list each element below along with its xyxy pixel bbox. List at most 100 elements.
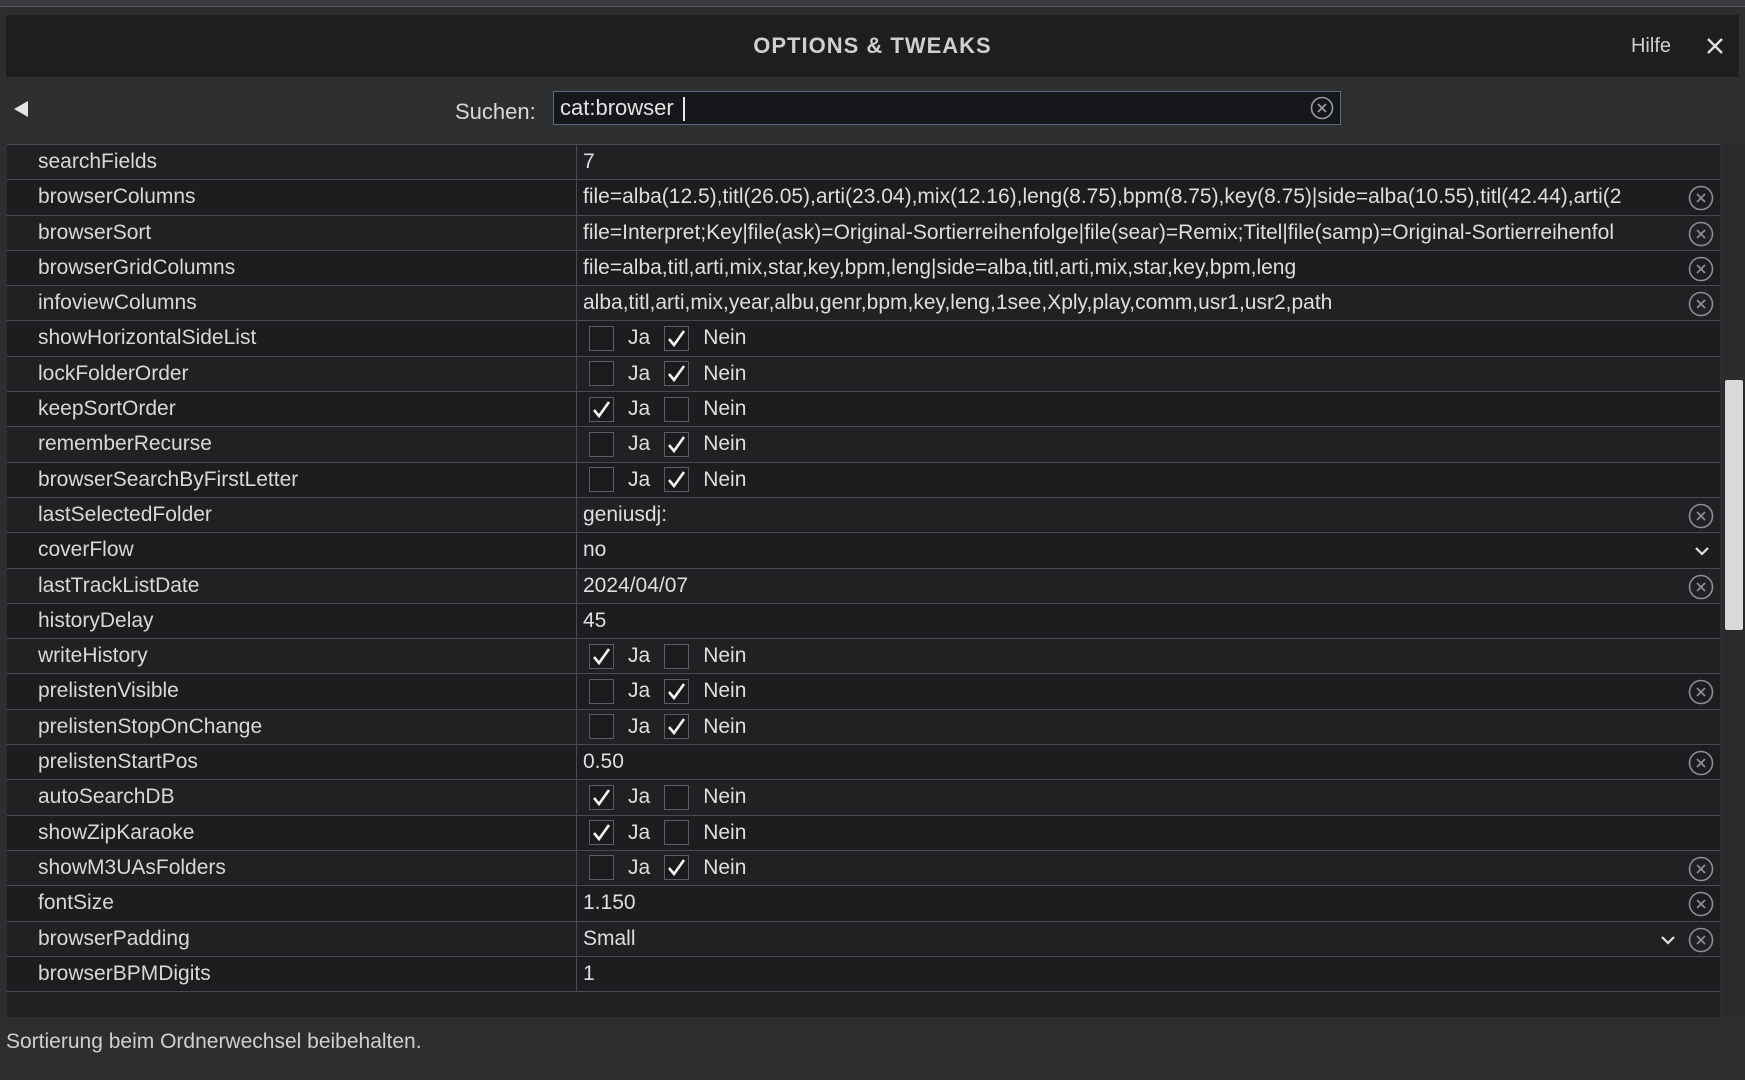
reset-button[interactable] bbox=[1688, 891, 1714, 917]
search-input[interactable] bbox=[554, 92, 1300, 124]
option-row-browserColumns[interactable]: browserColumns file=alba(12.5),titl(26.05… bbox=[7, 180, 1720, 216]
option-row-browserBPMDigits[interactable]: browserBPMDigits 1 bbox=[7, 956, 1720, 993]
close-button[interactable] bbox=[1699, 30, 1731, 62]
no-checkbox[interactable] bbox=[664, 678, 690, 704]
reset-button[interactable] bbox=[1688, 574, 1714, 600]
option-name: browserSearchByFirstLetter bbox=[7, 462, 577, 497]
option-value[interactable]: file=alba,titl,arti,mix,star,key,bpm,len… bbox=[577, 251, 1720, 285]
option-row-keepSortOrder[interactable]: keepSortOrder Ja Nein bbox=[7, 392, 1720, 428]
yes-checkbox[interactable] bbox=[589, 784, 614, 810]
reset-button[interactable] bbox=[1688, 856, 1714, 882]
option-value[interactable]: Ja Nein bbox=[577, 463, 1720, 497]
reset-button[interactable] bbox=[1688, 291, 1714, 317]
option-row-historyDelay[interactable]: historyDelay 45 bbox=[7, 603, 1720, 640]
no-checkbox[interactable] bbox=[664, 714, 690, 740]
option-value[interactable]: Ja Nein bbox=[577, 851, 1720, 885]
option-row-prelistenVisible[interactable]: prelistenVisible Ja Nein bbox=[7, 674, 1720, 710]
option-value[interactable]: 0.50 bbox=[577, 745, 1720, 779]
yes-checkbox[interactable] bbox=[589, 678, 614, 704]
checkmark-icon bbox=[668, 471, 686, 489]
option-value[interactable]: 45 bbox=[577, 604, 1720, 638]
option-value[interactable]: Ja Nein bbox=[577, 639, 1720, 673]
reset-button[interactable] bbox=[1688, 185, 1714, 211]
option-value[interactable]: Ja Nein bbox=[577, 710, 1720, 744]
yes-no-toggle: Ja Nein bbox=[589, 780, 760, 814]
option-value[interactable]: Ja Nein bbox=[577, 357, 1720, 391]
reset-button[interactable] bbox=[1688, 503, 1714, 529]
option-value[interactable]: Ja Nein bbox=[577, 674, 1720, 708]
reset-button[interactable] bbox=[1688, 256, 1714, 282]
yes-checkbox[interactable] bbox=[589, 325, 614, 351]
no-checkbox[interactable] bbox=[664, 431, 690, 457]
option-value[interactable]: Small bbox=[577, 922, 1720, 956]
yes-checkbox[interactable] bbox=[589, 643, 614, 669]
yes-checkbox[interactable] bbox=[589, 855, 614, 881]
option-name: showM3UAsFolders bbox=[7, 850, 577, 886]
option-row-showM3UAsFolders[interactable]: showM3UAsFolders Ja Nein bbox=[7, 850, 1720, 887]
checkmark-icon bbox=[668, 859, 686, 877]
no-checkbox[interactable] bbox=[664, 467, 690, 493]
option-value[interactable]: file=alba(12.5),titl(26.05),arti(23.04),… bbox=[577, 180, 1720, 214]
option-value[interactable]: Ja Nein bbox=[577, 392, 1720, 426]
help-button[interactable]: Hilfe bbox=[1631, 35, 1671, 58]
option-value[interactable]: alba,titl,arti,mix,year,albu,genr,bpm,ke… bbox=[577, 286, 1720, 320]
option-row-searchFields[interactable]: searchFields 7 bbox=[7, 145, 1720, 181]
option-value[interactable]: Ja Nein bbox=[577, 780, 1720, 814]
option-value[interactable]: Ja Nein bbox=[577, 321, 1720, 355]
no-checkbox[interactable] bbox=[664, 361, 690, 387]
option-row-autoSearchDB[interactable]: autoSearchDB Ja Nein bbox=[7, 780, 1720, 816]
reset-button[interactable] bbox=[1688, 750, 1714, 776]
no-checkbox[interactable] bbox=[664, 820, 690, 846]
option-row-browserSort[interactable]: browserSort file=Interpret;Key|file(ask)=… bbox=[7, 215, 1720, 251]
option-row-browserPadding[interactable]: browserPadding Small bbox=[7, 921, 1720, 957]
option-value[interactable]: file=Interpret;Key|file(ask)=Original-So… bbox=[577, 216, 1720, 250]
yes-checkbox[interactable] bbox=[589, 714, 614, 740]
back-button[interactable] bbox=[12, 98, 32, 120]
option-row-lastTrackListDate[interactable]: lastTrackListDate 2024/04/07 bbox=[7, 568, 1720, 604]
yes-checkbox[interactable] bbox=[589, 820, 614, 846]
option-value[interactable]: Ja Nein bbox=[577, 427, 1720, 461]
option-row-lastSelectedFolder[interactable]: lastSelectedFolder geniusdj: bbox=[7, 497, 1720, 534]
search-field[interactable] bbox=[553, 91, 1341, 125]
reset-button[interactable] bbox=[1688, 679, 1714, 705]
option-row-prelistenStartPos[interactable]: prelistenStartPos 0.50 bbox=[7, 745, 1720, 781]
yes-checkbox[interactable] bbox=[589, 361, 614, 387]
yes-checkbox[interactable] bbox=[589, 431, 614, 457]
no-checkbox[interactable] bbox=[664, 325, 690, 351]
yes-label: Ja bbox=[628, 714, 651, 738]
option-value[interactable]: 1 bbox=[577, 957, 1720, 991]
option-row-browserSearchByFirstLetter[interactable]: browserSearchByFirstLetter Ja Nein bbox=[7, 462, 1720, 498]
no-checkbox[interactable] bbox=[664, 643, 690, 669]
option-value[interactable]: 7 bbox=[577, 145, 1720, 179]
option-row-showHorizontalSideList[interactable]: showHorizontalSideList Ja Nein bbox=[7, 321, 1720, 357]
circle-x-icon bbox=[1688, 503, 1714, 529]
option-row-fontSize[interactable]: fontSize 1.150 bbox=[7, 886, 1720, 922]
option-row-lockFolderOrder[interactable]: lockFolderOrder Ja Nein bbox=[7, 356, 1720, 393]
option-row-rememberRecurse[interactable]: rememberRecurse Ja Nein bbox=[7, 427, 1720, 463]
status-description: Sortierung beim Ordnerwechsel beibehalte… bbox=[6, 1030, 422, 1053]
option-row-infoviewColumns[interactable]: infoviewColumns alba,titl,arti,mix,year,a… bbox=[7, 286, 1720, 322]
no-checkbox[interactable] bbox=[664, 396, 690, 422]
option-row-prelistenStopOnChange[interactable]: prelistenStopOnChange Ja Nein bbox=[7, 709, 1720, 746]
scrollbar-thumb[interactable] bbox=[1725, 380, 1743, 630]
reset-button[interactable] bbox=[1688, 221, 1714, 247]
option-value[interactable]: geniusdj: bbox=[577, 498, 1720, 532]
yes-no-toggle: Ja Nein bbox=[589, 674, 760, 708]
option-value[interactable]: no bbox=[577, 533, 1720, 567]
reset-button[interactable] bbox=[1688, 927, 1714, 953]
dropdown-button[interactable] bbox=[1692, 539, 1712, 561]
option-value[interactable]: 1.150 bbox=[577, 886, 1720, 920]
no-checkbox[interactable] bbox=[664, 784, 690, 810]
option-value[interactable]: 2024/04/07 bbox=[577, 569, 1720, 603]
no-checkbox[interactable] bbox=[664, 855, 690, 881]
option-row-browserGridColumns[interactable]: browserGridColumns file=alba,titl,arti,mi… bbox=[7, 250, 1720, 287]
yes-checkbox[interactable] bbox=[589, 396, 614, 422]
option-row-writeHistory[interactable]: writeHistory Ja Nein bbox=[7, 639, 1720, 675]
dropdown-button[interactable] bbox=[1658, 928, 1678, 950]
yes-checkbox[interactable] bbox=[589, 467, 614, 493]
text-value: 0.50 bbox=[583, 750, 624, 774]
option-row-coverFlow[interactable]: coverFlow no bbox=[7, 533, 1720, 569]
option-row-showZipKaraoke[interactable]: showZipKaraoke Ja Nein bbox=[7, 815, 1720, 851]
search-clear-button[interactable] bbox=[1310, 96, 1334, 120]
option-value[interactable]: Ja Nein bbox=[577, 816, 1720, 850]
